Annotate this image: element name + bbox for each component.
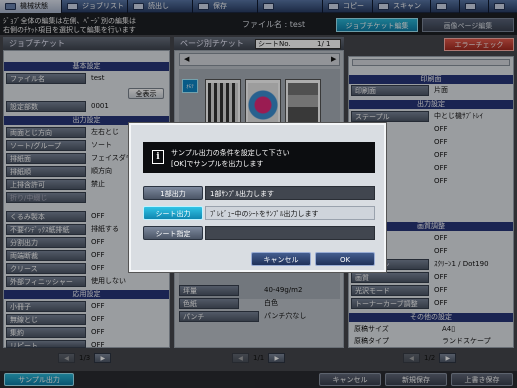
dialog-message-line-1: サンプル出力の条件を設定して下さい [171,149,290,157]
sheet-output-button[interactable]: シート出力 [143,206,203,220]
dialog-message-line-2: [OK]でサンプルを出力します [171,160,264,168]
one-copy-output-description: 1部ｻﾝﾌﾟﾙ出力します [205,186,375,200]
dialog-message-box: i サンプル出力の条件を設定して下さい [OK]でサンプルを出力します [143,142,375,173]
sample-output-dialog: i サンプル出力の条件を設定して下さい [OK]でサンプルを出力します 1部出力… [129,123,386,272]
sheet-specify-field [205,226,375,240]
sheet-output-description: ﾌﾟﾚﾋﾞｭｰ中のｼｰﾄをｻﾝﾌﾟﾙ出力します [205,206,375,220]
sheet-specify-button[interactable]: シート指定 [143,226,203,240]
app-window: 機械状態 ジョブリスト 読出し 保存 コピー スキャン ｼﾞｮﾌﾞ全体の編集は左… [0,0,517,388]
dialog-ok-button[interactable]: OK [315,252,375,266]
info-icon: i [152,150,164,164]
one-copy-output-button[interactable]: 1部出力 [143,186,203,200]
dialog-cancel-button[interactable]: キャンセル [251,252,311,266]
